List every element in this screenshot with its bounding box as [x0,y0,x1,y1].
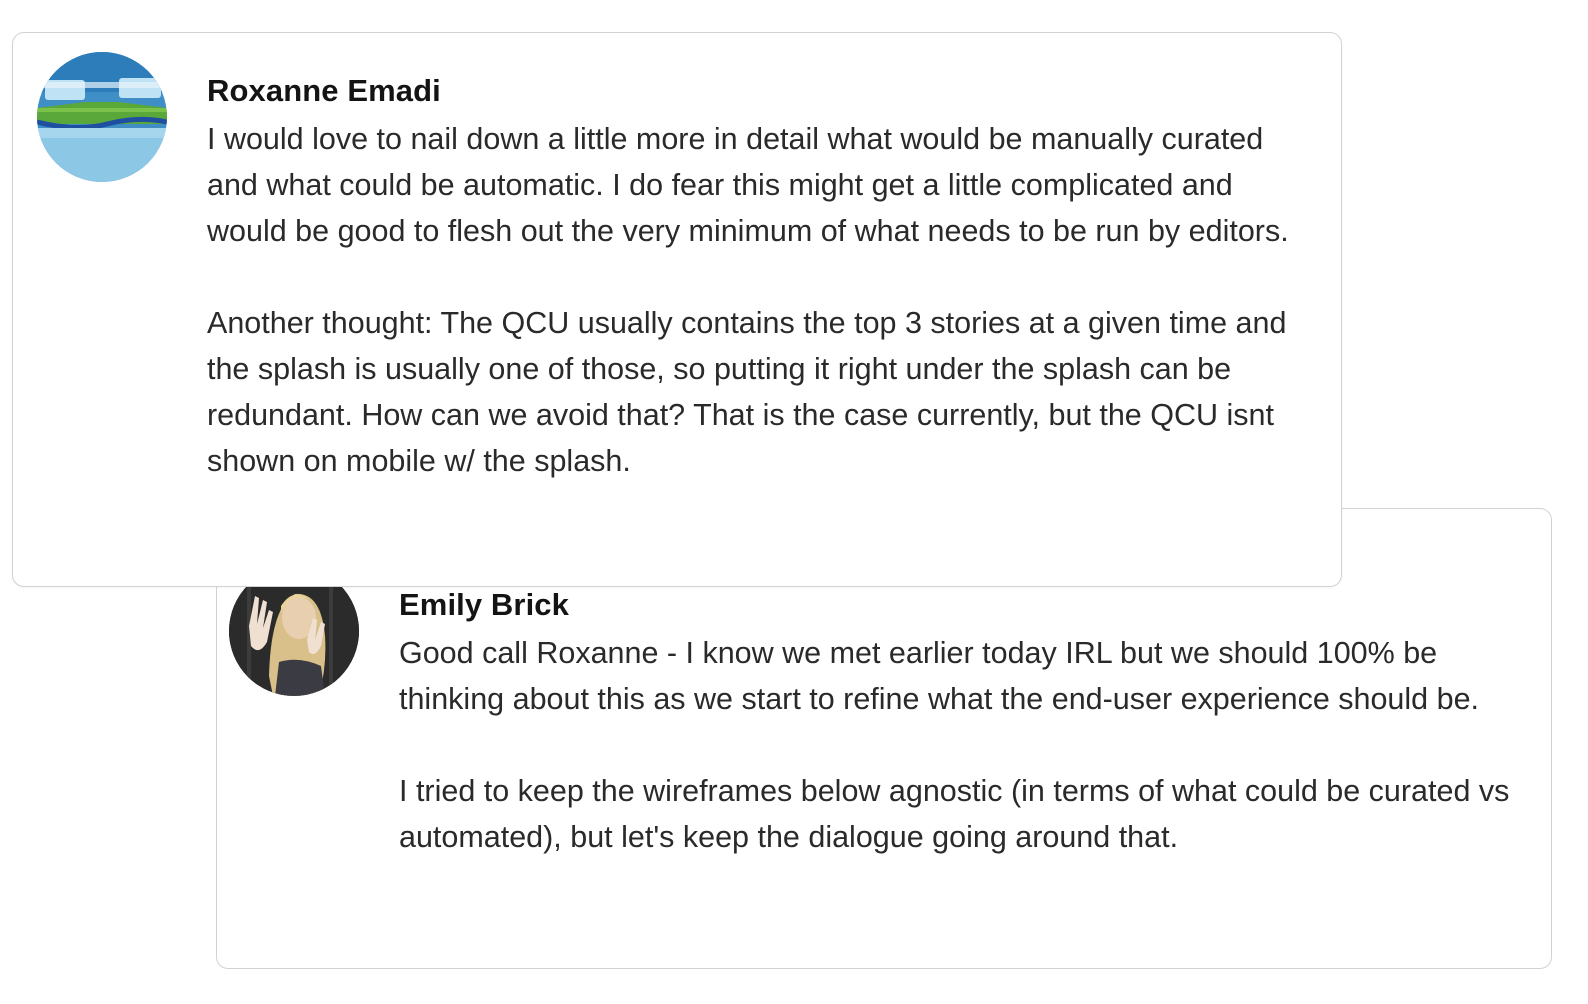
comment-author[interactable]: Emily Brick [399,587,569,623]
comment-paragraph: I would love to nail down a little more … [207,122,1289,248]
comment-card: Roxanne Emadi I would love to nail down … [12,32,1342,587]
comment-paragraph: I tried to keep the wireframes below agn… [399,774,1510,854]
comment-paragraph: Another thought: The QCU usually contain… [207,306,1287,478]
comment-body: I would love to nail down a little more … [207,116,1317,484]
comment-body: Good call Roxanne - I know we met earlie… [399,630,1539,860]
comment-author[interactable]: Roxanne Emadi [207,73,441,109]
comment-paragraph: Good call Roxanne - I know we met earlie… [399,636,1480,716]
avatar[interactable] [37,52,167,182]
landscape-avatar-icon [37,52,167,182]
